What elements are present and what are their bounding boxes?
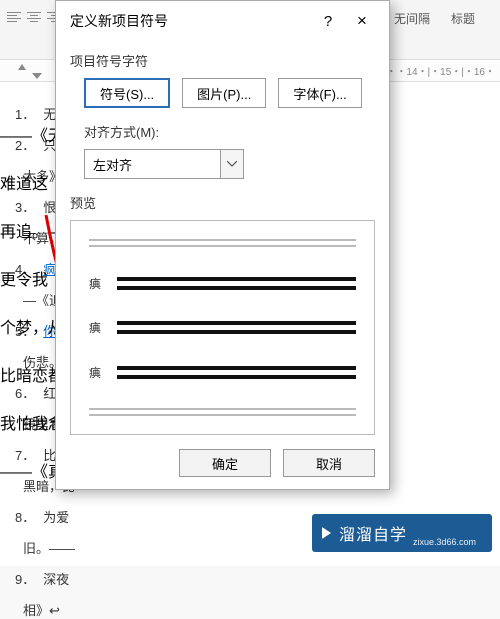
watermark-title: 溜溜自学 [339,521,407,545]
preview-bullet: 痶 [89,364,103,381]
preview-bullet: 痶 [89,319,103,336]
style-heading[interactable]: 标题 [451,10,475,27]
align-center-icon[interactable] [25,8,43,26]
define-bullet-dialog: 定义新项目符号 ? × 项目符号字符 符号(S)... 图片(P)... 字体(… [55,0,390,490]
font-button[interactable]: 字体(F)... [278,78,361,108]
doc-fragment-right: 难道这 [0,170,48,194]
doc-fragment-right: 更令我 [0,266,48,290]
play-icon [322,527,331,539]
alignment-label: 对齐方式(M): [84,122,375,141]
watermark: 溜溜自学 zixue.3d66.com [312,514,492,552]
preview-bullet: 痶 [89,275,103,292]
align-left-icon[interactable] [5,8,23,26]
picture-button[interactable]: 图片(P)... [182,78,266,108]
doc-line[interactable]: 相》↩ [15,600,485,619]
doc-line[interactable]: 9．深夜 [15,569,485,588]
symbol-button[interactable]: 符号(S)... [84,78,170,108]
preview-label: 预览 [70,193,375,212]
close-button[interactable]: × [345,11,379,31]
preview-box: 痶 痶 痶 [70,220,375,435]
alignment-combo[interactable] [84,149,375,179]
dialog-title: 定义新项目符号 [70,11,311,31]
help-button[interactable]: ? [311,13,345,30]
cancel-button[interactable]: 取消 [283,449,375,477]
first-line-indent-marker[interactable] [18,64,26,70]
watermark-url: zixue.3d66.com [413,537,476,547]
dialog-titlebar[interactable]: 定义新项目符号 ? × [56,1,389,41]
hanging-indent-marker[interactable] [32,73,42,79]
ok-button[interactable]: 确定 [179,449,271,477]
symbol-section-label: 项目符号字符 [70,51,375,70]
chevron-down-icon[interactable] [220,149,244,179]
style-nogap[interactable]: 无间隔 [394,10,430,27]
alignment-value[interactable] [84,149,220,179]
